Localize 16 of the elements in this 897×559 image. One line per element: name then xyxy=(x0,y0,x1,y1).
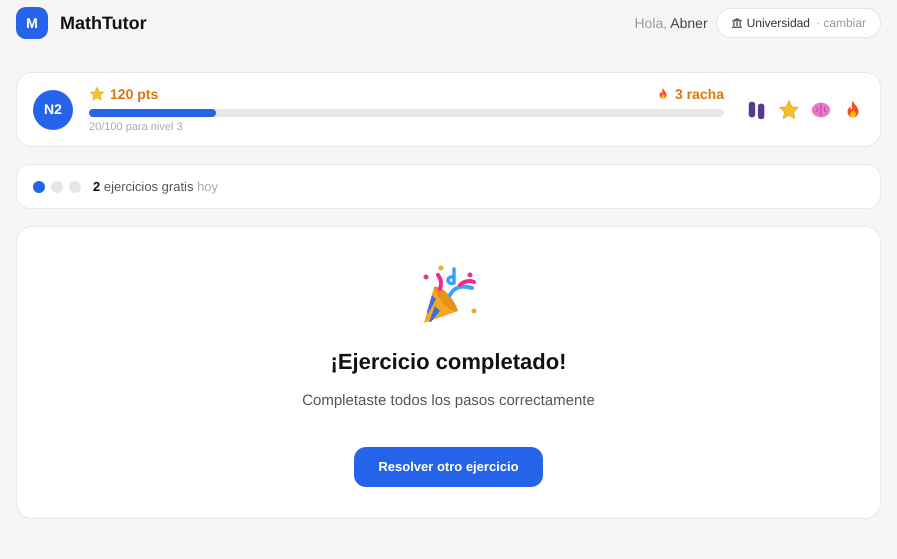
star-icon xyxy=(89,86,105,102)
logo: M xyxy=(16,7,48,39)
free-exercises-text: 2 ejercicios gratis hoy xyxy=(93,178,218,196)
level-button[interactable]: Universidad · cambiar xyxy=(716,8,881,38)
completion-title: ¡Ejercicio completado! xyxy=(330,348,566,376)
level-badge: N2 xyxy=(33,90,73,130)
user-name: Abner xyxy=(670,14,708,30)
progress-caption: 20/100 para nivel 3 xyxy=(89,120,184,135)
greeting: Hola, xyxy=(634,14,668,30)
star-badge-icon xyxy=(778,98,800,120)
streak: 3 racha xyxy=(674,84,724,104)
completion-message: Completaste todos los pasos correctamente xyxy=(302,391,595,411)
app-name: MathTutor xyxy=(60,12,147,34)
bank-icon xyxy=(730,17,743,29)
points: 120 pts xyxy=(110,84,158,104)
new-exercise-button[interactable]: Resolver otro ejercicio xyxy=(354,446,543,486)
